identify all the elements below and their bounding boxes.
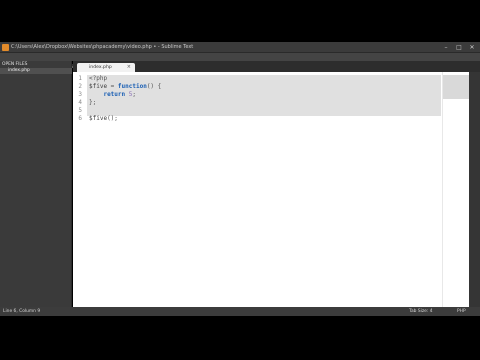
code-editor[interactable]: 1 <?php 2 $five = function() { 3 return 5; 4}… — [73, 72, 469, 307]
syntax-indicator[interactable]: PHP — [457, 307, 466, 316]
selection-highlight — [87, 75, 441, 116]
minimize-button[interactable]: – — [441, 43, 451, 52]
line-number: 6 — [78, 115, 82, 122]
tab-index-php[interactable]: index.php × — [77, 63, 135, 72]
screen: C:\Users\Alex\Dropbox\Websites\phpacadem… — [0, 0, 480, 360]
close-window-button[interactable]: ✕ — [467, 43, 477, 52]
tab-label: index.php — [89, 65, 112, 70]
code-token: ; — [132, 91, 137, 98]
line-number: 3 — [78, 91, 82, 98]
sidebar-item-label: index.php — [8, 68, 30, 73]
code-token: return — [103, 91, 126, 98]
code-token: }; — [89, 99, 97, 106]
code-line: }; — [89, 99, 96, 107]
sublime-logo-icon — [2, 44, 9, 51]
line-number: 1 — [78, 75, 82, 82]
tab-bar: index.php × — [73, 61, 480, 72]
minimap-viewport[interactable] — [443, 75, 470, 99]
code-line: $five = function() { — [89, 83, 161, 91]
minimap[interactable] — [442, 72, 470, 307]
maximize-button[interactable]: □ — [454, 43, 464, 52]
code-token: <?php — [89, 75, 108, 82]
code-token: () { — [146, 83, 162, 90]
window-titlebar[interactable]: C:\Users\Alex\Dropbox\Websites\phpacadem… — [0, 42, 480, 53]
code-token: function — [117, 83, 147, 90]
code-token: $five — [89, 83, 108, 90]
code-token: (); — [107, 115, 118, 122]
vertical-scrollbar[interactable] — [469, 72, 480, 307]
menu-bar: FileEditSelectionFindViewGotoToolsProjec… — [0, 53, 480, 70]
code-line: return 5; — [89, 91, 136, 99]
cursor-position: Line 6, Column 9 — [3, 309, 41, 314]
line-number: 2 — [78, 83, 82, 90]
open-files-header: OPEN FILES — [2, 62, 28, 67]
tab-close-icon[interactable]: × — [127, 63, 131, 72]
line-number: 5 — [78, 107, 82, 114]
line-number: 4 — [78, 99, 82, 106]
tab-size-indicator[interactable]: Tab Size: 4 — [409, 307, 433, 316]
status-bar: Line 6, Column 9 Tab Size: 4 PHP — [0, 307, 480, 316]
window-title: C:\Users\Alex\Dropbox\Websites\phpacadem… — [11, 44, 194, 50]
code-token: $five — [89, 115, 108, 122]
sidebar-item-index-php[interactable]: index.php — [0, 68, 72, 74]
code-line: <?php — [89, 75, 107, 83]
code-token: = — [107, 83, 118, 90]
sidebar: OPEN FILES index.php — [0, 61, 72, 307]
code-line: $five(); — [89, 115, 118, 123]
